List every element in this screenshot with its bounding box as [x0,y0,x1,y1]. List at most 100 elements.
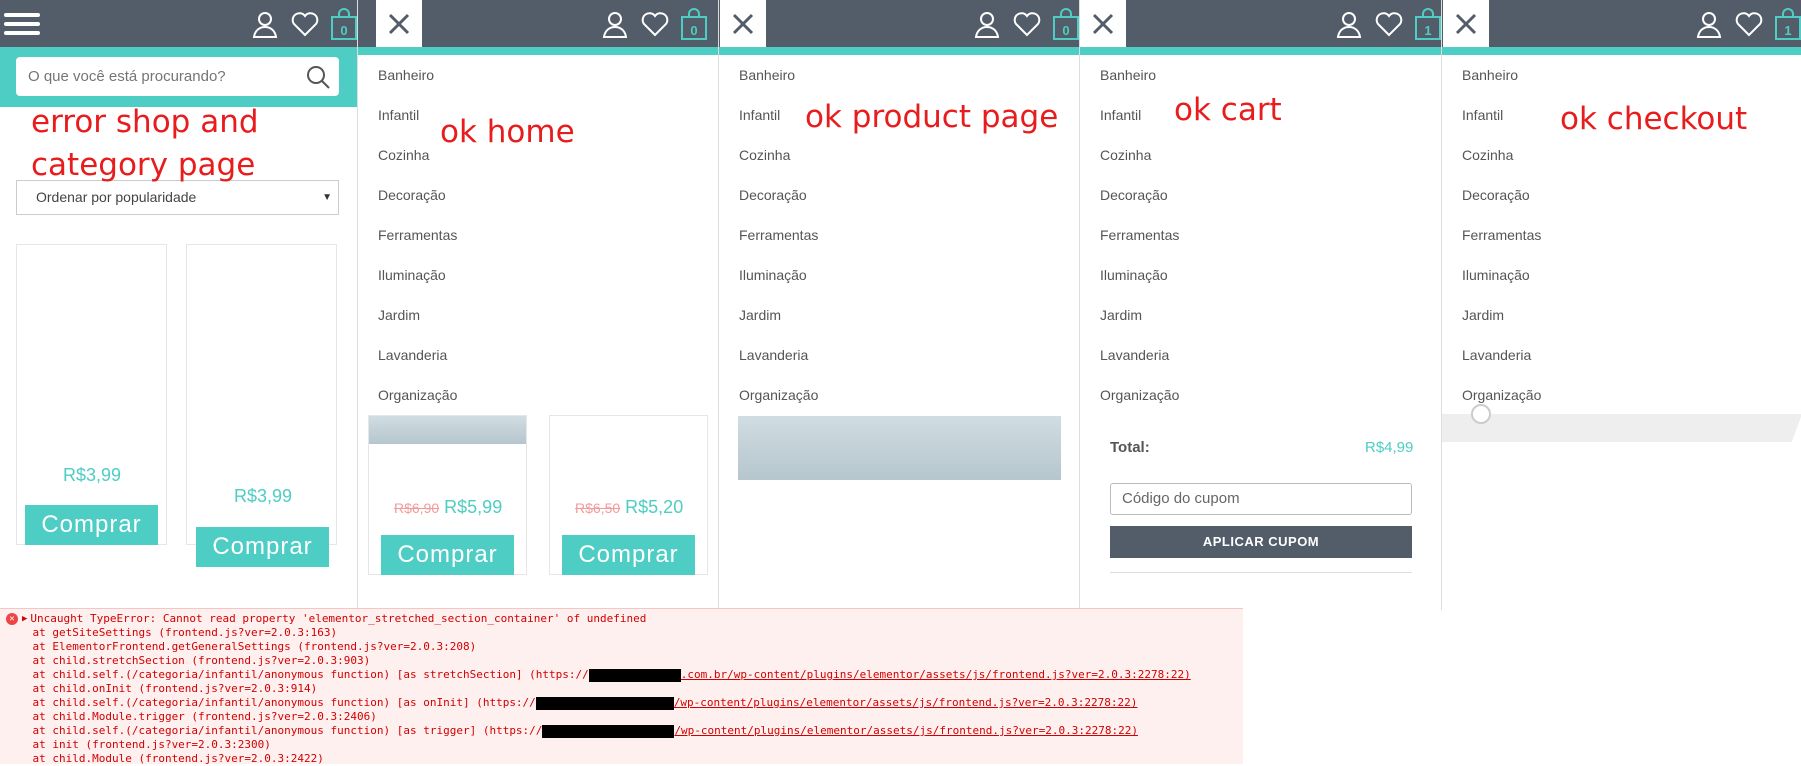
cart-icon[interactable]: 1 [1414,8,1441,40]
buy-button[interactable]: Comprar [25,505,158,545]
close-menu-button[interactable] [1443,0,1489,47]
stack-line[interactable]: at ElementorFrontend.getGeneralSettings … [6,640,1243,654]
menu-item[interactable]: Banheiro [719,55,1079,95]
menu-item[interactable]: Iluminação [1080,255,1441,295]
product-card[interactable] [16,244,167,545]
menu-item[interactable]: Lavanderia [1080,335,1441,375]
cart-count: 1 [1784,23,1792,38]
heart-icon[interactable] [290,9,320,39]
annotation-note: ok home [440,114,575,150]
stack-line[interactable]: at child.self.(/categoria/infantil/anony… [6,724,1243,738]
product-price: R$6,50 R$5,20 [575,497,683,518]
stack-line[interactable]: at child.Module.trigger (frontend.js?ver… [6,710,1243,724]
menu-item[interactable]: Organização [1080,375,1441,415]
stack-line[interactable]: at init (frontend.js?ver=2.0.3:2300) [6,738,1243,752]
heart-icon[interactable] [1374,9,1404,39]
search-input[interactable] [28,57,288,96]
heart-icon[interactable] [1012,9,1042,39]
menu-item[interactable]: Cozinha [1080,135,1441,175]
heart-icon[interactable] [640,9,670,39]
panel-shop: 0 Ordenar por popularidade ▼ R$3,99 Compr… [0,0,357,610]
menu-item[interactable]: Ferramentas [1080,215,1441,255]
product-image[interactable] [738,416,1061,480]
menu-item[interactable]: Cozinha [719,135,1079,175]
console-error-line[interactable]: ✕ ▶ Uncaught TypeError: Cannot read proper… [6,612,1243,626]
cart-icon[interactable]: 0 [330,8,357,40]
header-icons: 0 [972,6,1079,42]
buy-button[interactable]: Comprar [381,535,514,575]
user-icon[interactable] [1694,9,1724,39]
menu-item[interactable]: Jardim [358,295,718,335]
stack-line[interactable]: at child.onInit (frontend.js?ver=2.0.3:9… [6,682,1243,696]
stack-line[interactable]: at getSiteSettings (frontend.js?ver=2.0.… [6,626,1243,640]
radio-icon[interactable] [1471,404,1491,424]
buy-button[interactable]: Comprar [562,535,695,575]
stack-line[interactable]: at child.self.(/categoria/infantil/anony… [6,696,1243,710]
cart-count: 0 [690,23,698,38]
error-icon: ✕ [6,613,18,625]
user-icon[interactable] [1334,9,1364,39]
menu-item[interactable]: Ferramentas [719,215,1079,255]
menu-item[interactable]: Iluminação [719,255,1079,295]
buy-button[interactable]: Comprar [196,527,329,567]
menu-item[interactable]: Decoração [1442,175,1801,215]
menu-item[interactable]: Ferramentas [358,215,718,255]
payment-section [1442,414,1801,442]
product-image[interactable] [369,416,526,444]
cart-icon[interactable]: 1 [1774,8,1801,40]
menu-item[interactable]: Ferramentas [1442,215,1801,255]
menu-item[interactable]: Cozinha [1442,135,1801,175]
apply-coupon-button[interactable]: APLICAR CUPOM [1110,526,1412,558]
close-icon [1092,13,1114,34]
header-icons: 1 [1694,6,1801,42]
hamburger-menu-icon[interactable] [4,6,40,42]
stack-line[interactable]: at child.stretchSection (frontend.js?ver… [6,654,1243,668]
user-icon[interactable] [972,9,1002,39]
menu-item[interactable]: Organização [719,375,1079,415]
product-price: R$3,99 [234,486,293,506]
cart-count: 0 [340,23,348,38]
menu-item[interactable]: Organização [358,375,718,415]
menu-item[interactable]: Iluminação [1442,255,1801,295]
menu-item[interactable]: Banheiro [1442,55,1801,95]
close-menu-button[interactable] [1080,0,1126,47]
caret-down-icon: ▼ [322,192,332,203]
close-icon [732,13,754,34]
menu-item[interactable]: Decoração [719,175,1079,215]
coupon-input[interactable]: Código do cupom [1110,483,1412,515]
menu-item[interactable]: Lavanderia [719,335,1079,375]
close-menu-button[interactable] [720,0,766,47]
search-icon[interactable] [305,64,331,90]
menu-item[interactable]: Jardim [1442,295,1801,335]
menu-item[interactable]: Jardim [719,295,1079,335]
header-icons: 1 [1334,6,1441,42]
cart-count: 1 [1424,23,1432,38]
expand-triangle-icon[interactable]: ▶ [22,612,27,626]
annotation-note: ok product page [805,99,1059,135]
product-price: R$3,99 [63,465,122,485]
menu-item[interactable]: Iluminação [358,255,718,295]
cart-icon[interactable]: 0 [1052,8,1079,40]
menu-item[interactable]: Jardim [1080,295,1441,335]
devtools-console: ✕ ▶ Uncaught TypeError: Cannot read proper… [0,608,1243,765]
close-menu-button[interactable] [376,0,422,47]
menu-item[interactable]: Decoração [1080,175,1441,215]
menu-item[interactable]: Lavanderia [1442,335,1801,375]
user-icon[interactable] [600,9,630,39]
panel-home: 0 Banheiro Infantil Cozinha Decoração Fe… [357,0,718,610]
user-icon[interactable] [250,9,280,39]
accent-strip [1442,47,1801,55]
accent-strip [358,47,718,55]
heart-icon[interactable] [1734,9,1764,39]
sale-price: R$5,20 [625,497,684,517]
stack-line[interactable]: at child.self.(/categoria/infantil/anony… [6,668,1243,682]
menu-item[interactable]: Lavanderia [358,335,718,375]
divider [1110,572,1412,573]
menu-item[interactable]: Organização [1442,375,1801,415]
header-icons: 0 [250,6,357,42]
menu-item[interactable]: Decoração [358,175,718,215]
old-price: R$6,50 [575,500,621,516]
menu-item[interactable]: Banheiro [358,55,718,95]
search-bar [0,47,357,107]
cart-icon[interactable]: 0 [680,8,708,40]
